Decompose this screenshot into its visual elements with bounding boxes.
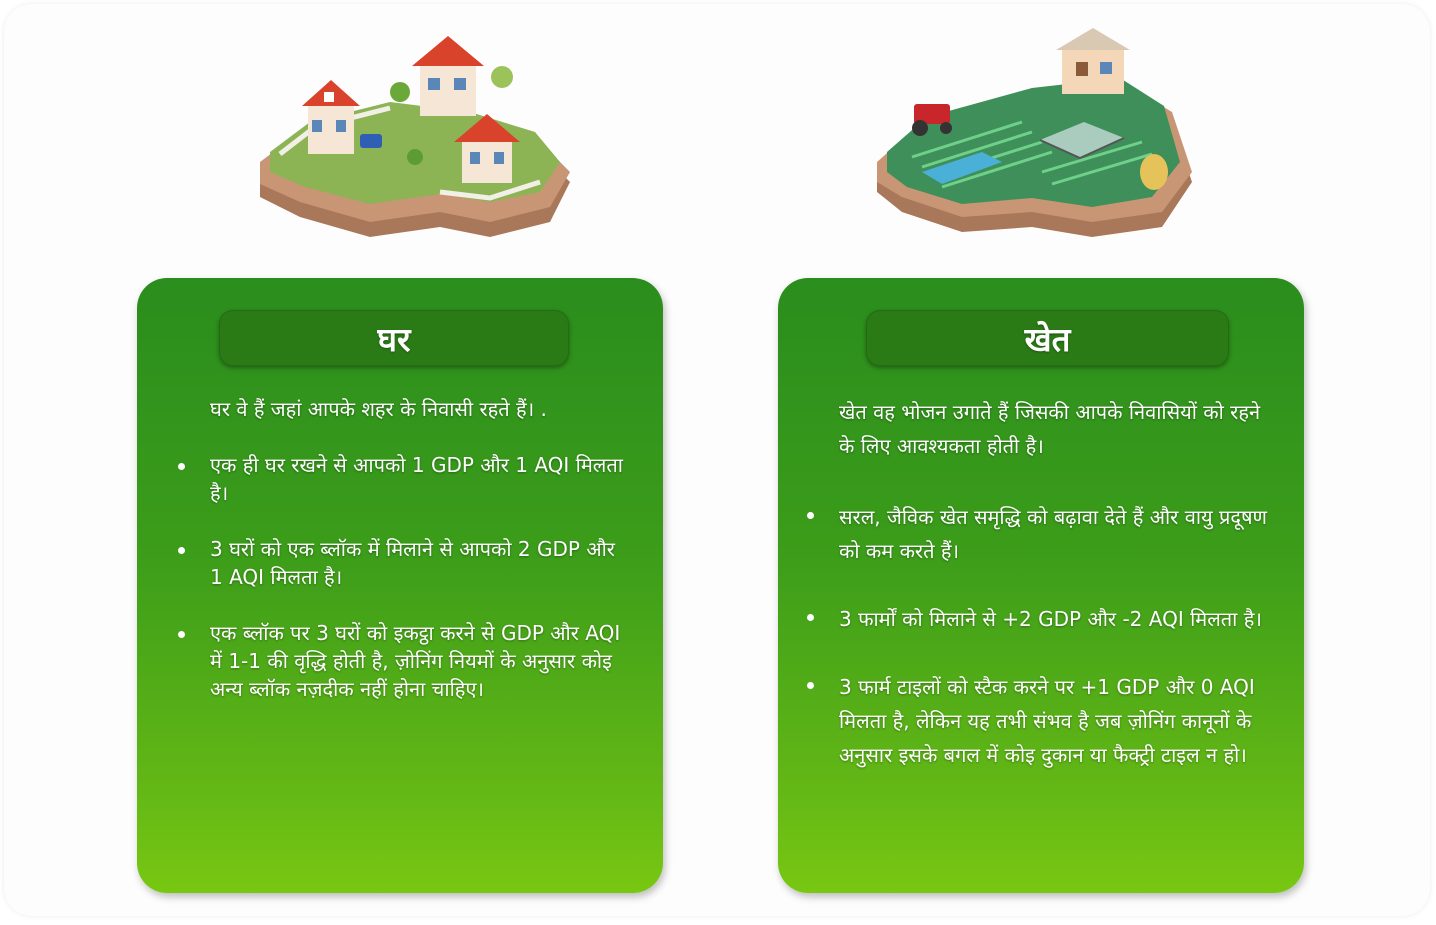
farm-card-intro: खेत वह भोजन उगाते हैं जिसकी आपके निवासिय… <box>839 400 1261 458</box>
list-item: एक ब्लॉक पर 3 घरों को इकट्ठा करने से GDP… <box>178 619 630 703</box>
list-item: सरल, जैविक खेत समृद्धि को बढ़ावा देते है… <box>807 500 1279 568</box>
bullet-icon <box>178 463 185 470</box>
bullet-text: एक ही घर रखने से आपको 1 GDP और 1 AQI मिल… <box>210 453 623 505</box>
bullet-icon <box>807 682 814 689</box>
home-info-card: घर घर वे हैं जहां आपके शहर के निवासी रहत… <box>137 278 663 893</box>
list-item: 3 घरों को एक ब्लॉक में मिलाने से आपको 2 … <box>178 535 630 591</box>
home-card-intro: घर वे हैं जहां आपके शहर के निवासी रहते ह… <box>210 397 547 421</box>
bullet-icon <box>178 631 185 638</box>
home-card-title: घर <box>219 310 569 366</box>
bullet-text: सरल, जैविक खेत समृद्धि को बढ़ावा देते है… <box>839 505 1267 563</box>
bullet-text: 3 घरों को एक ब्लॉक में मिलाने से आपको 2 … <box>210 537 615 589</box>
home-card-bullets: एक ही घर रखने से आपको 1 GDP और 1 AQI मिल… <box>178 451 630 731</box>
bullet-text: 3 फार्मों को मिलाने से +2 GDP और -2 AQI … <box>839 607 1262 631</box>
bullet-text: एक ब्लॉक पर 3 घरों को इकट्ठा करने से GDP… <box>210 621 621 701</box>
bullet-text: 3 फार्म टाइलों को स्टैक करने पर +1 GDP औ… <box>839 675 1255 767</box>
farm-info-card: खेत खेत वह भोजन उगाते हैं जिसकी आपके निव… <box>778 278 1304 893</box>
bullet-icon <box>807 614 814 621</box>
bullet-icon <box>807 512 814 519</box>
list-item: 3 फार्म टाइलों को स्टैक करने पर +1 GDP औ… <box>807 670 1279 772</box>
farm-card-bullets: सरल, जैविक खेत समृद्धि को बढ़ावा देते है… <box>807 500 1279 806</box>
list-item: 3 फार्मों को मिलाने से +2 GDP और -2 AQI … <box>807 602 1279 636</box>
list-item: एक ही घर रखने से आपको 1 GDP और 1 AQI मिल… <box>178 451 630 507</box>
bullet-icon <box>178 547 185 554</box>
farm-tile-icon <box>862 22 1202 252</box>
farm-card-title: खेत <box>866 310 1229 366</box>
houses-tile-icon <box>240 22 580 252</box>
